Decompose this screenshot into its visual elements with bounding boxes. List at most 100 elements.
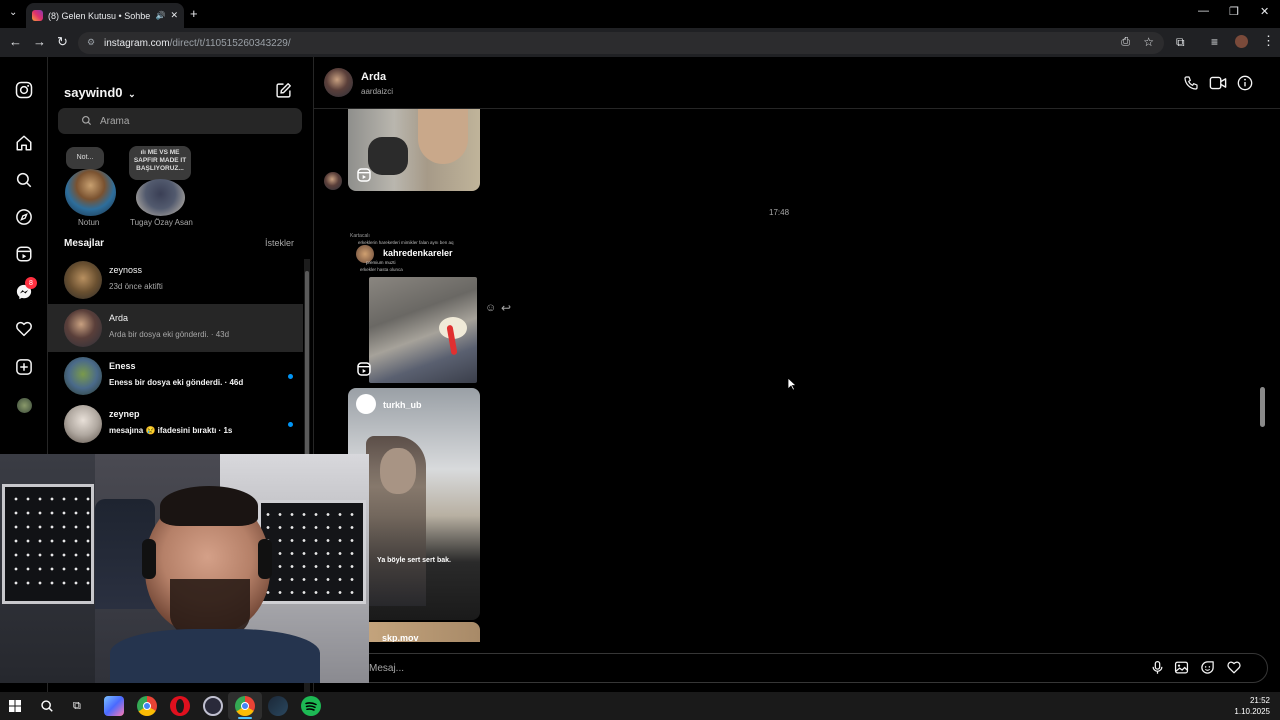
windows-start-icon[interactable]	[9, 700, 21, 712]
requests-link[interactable]: İstekler	[265, 238, 294, 248]
react-emoji-icon[interactable]: ☺	[485, 302, 496, 314]
notifications-heart-icon[interactable]	[14, 319, 34, 339]
forward-arrow-icon[interactable]: →	[33, 34, 46, 49]
tab-search-chevron-icon[interactable]: ⌄	[9, 7, 17, 18]
messages-badge: 8	[25, 277, 37, 289]
profile-avatar[interactable]	[1235, 35, 1248, 48]
reply-icon[interactable]: ↩	[501, 301, 511, 315]
site-info-icon[interactable]: ⚙	[87, 37, 95, 48]
avatar	[64, 357, 102, 395]
chrome-icon[interactable]	[137, 696, 157, 716]
conversation-preview: mesajına 😢 ifadesini bıraktı · 1s	[109, 426, 233, 435]
system-clock[interactable]: 21:52 1.10.2025	[1234, 695, 1270, 717]
reload-icon[interactable]: ↻	[57, 34, 68, 50]
sticker-icon[interactable]	[1200, 660, 1215, 675]
note-bubble-friend[interactable]: ılı ME VS ME SAPFIR MADE IT BAŞLIYORUZ..…	[129, 146, 191, 180]
install-app-icon[interactable]: ⎙	[1121, 36, 1130, 49]
conversation-preview: Arda bir dosya eki gönderdi. · 43d	[109, 330, 230, 339]
conversation-info-icon[interactable]	[1237, 75, 1253, 91]
obs-studio-icon[interactable]	[203, 696, 223, 716]
shared-reel-thumbnail[interactable]	[348, 109, 480, 191]
tab-close-icon[interactable]: ✕	[170, 10, 178, 21]
avatar	[64, 309, 102, 347]
voice-message-icon[interactable]	[1150, 660, 1165, 675]
clock-time: 21:52	[1249, 696, 1270, 705]
new-message-icon[interactable]	[275, 82, 292, 99]
tweet-text: erkeklerin hareketleri mimikler falan ay…	[358, 240, 454, 245]
webcam-overlay	[0, 454, 369, 683]
shared-account-name[interactable]: skp.mov	[382, 633, 419, 642]
conversation-item[interactable]: Eness Eness bir dosya eki gönderdi. · 46…	[48, 352, 303, 400]
conversation-item[interactable]: zeynoss 23d önce aktifti	[48, 256, 303, 304]
chevron-down-icon: ⌄	[128, 89, 136, 99]
message-input[interactable]: Mesaj...	[354, 653, 1268, 683]
instagram-favicon-icon	[32, 10, 43, 21]
profile-avatar[interactable]	[14, 395, 34, 415]
search-icon	[81, 115, 92, 126]
voice-call-icon[interactable]	[1183, 75, 1199, 91]
search-icon[interactable]	[14, 170, 34, 190]
explore-compass-icon[interactable]	[14, 207, 34, 227]
create-plus-icon[interactable]	[14, 357, 34, 377]
back-arrow-icon[interactable]: ←	[9, 34, 22, 49]
browser-menu-icon[interactable]: ⋮	[1262, 33, 1275, 49]
own-note-label: Notun	[78, 218, 100, 227]
avatar	[64, 405, 102, 443]
windows-taskbar: ⧉ 21:52 1.10.2025	[0, 692, 1280, 720]
conversation-name: zeynoss	[109, 265, 143, 275]
contact-name[interactable]: Arda	[361, 71, 386, 83]
shared-reel-card[interactable]: Kartacalı erkeklerin hareketleri mimikle…	[348, 229, 480, 385]
shared-account-name[interactable]: kahredenkareler	[383, 248, 453, 258]
browser-tab-bar: ⌄ (8) Gelen Kutusu • Sohbetler 🔊 ✕ + — ❐…	[0, 0, 1280, 28]
conversation-item[interactable]: zeynep mesajına 😢 ifadesini bıraktı · 1s	[48, 400, 303, 448]
messenger-icon[interactable]: 8	[14, 277, 37, 302]
new-tab-button[interactable]: +	[190, 6, 198, 21]
chat-panel: Arda aardaizci 17:48 Kartacalı erkekleri…	[314, 57, 1280, 692]
minimize-window-icon[interactable]: —	[1198, 5, 1209, 17]
restore-window-icon[interactable]: ❐	[1229, 5, 1239, 18]
tab-audio-icon[interactable]: 🔊	[155, 11, 165, 20]
task-view-icon[interactable]: ⧉	[73, 700, 81, 713]
extensions-icon[interactable]: ⧉	[1176, 35, 1185, 50]
conversation-preview: 23d önce aktifti	[109, 282, 163, 291]
image-upload-icon[interactable]	[1174, 660, 1189, 675]
tweet-text-2: erkekler hasta olunca	[360, 267, 403, 272]
close-window-icon[interactable]: ✕	[1260, 5, 1269, 18]
search-input[interactable]: Arama	[58, 108, 302, 134]
clock-date: 1.10.2025	[1234, 707, 1270, 716]
address-bar[interactable]: ⚙ instagram.com/direct/t/110515260343229…	[78, 32, 1164, 54]
copilot-icon[interactable]	[104, 696, 124, 716]
steam-icon[interactable]	[268, 696, 288, 716]
account-avatar	[356, 394, 376, 414]
conversation-name: Eness	[109, 361, 136, 371]
account-switcher[interactable]: saywind0 ⌄	[64, 85, 136, 100]
video-call-icon[interactable]	[1209, 75, 1227, 91]
tweet-subauthor: premium muzti	[366, 260, 396, 265]
friend-note-avatar[interactable]	[136, 179, 185, 216]
spotify-icon[interactable]	[301, 696, 321, 716]
contact-avatar[interactable]	[324, 68, 353, 97]
media-controls-icon[interactable]: ≡	[1211, 35, 1218, 49]
message-input-placeholder: Mesaj...	[369, 662, 405, 674]
instagram-logo-icon[interactable]	[14, 80, 34, 100]
avatar	[64, 261, 102, 299]
opera-icon[interactable]	[170, 696, 190, 716]
taskbar-search-icon[interactable]	[40, 699, 54, 713]
conversation-item-active[interactable]: Arda Arda bir dosya eki gönderdi. · 43d	[48, 304, 303, 352]
shared-account-name[interactable]: turkh_ub	[383, 400, 422, 410]
note-bubble-own[interactable]: Not...	[66, 147, 104, 169]
unread-dot	[288, 374, 293, 379]
bookmark-star-icon[interactable]: ☆	[1143, 35, 1154, 49]
url-host: instagram.com	[104, 37, 170, 49]
like-heart-icon[interactable]	[1226, 660, 1242, 675]
reels-icon[interactable]	[14, 244, 34, 264]
chrome-active-icon[interactable]	[235, 696, 255, 716]
home-icon[interactable]	[14, 133, 34, 153]
browser-tab[interactable]: (8) Gelen Kutusu • Sohbetler 🔊 ✕	[26, 3, 184, 28]
reel-image	[369, 277, 477, 383]
chat-scrollbar[interactable]	[1258, 112, 1266, 642]
message-timestamp: 17:48	[769, 208, 790, 217]
own-note-avatar[interactable]	[65, 169, 116, 216]
conversation-preview: Eness bir dosya eki gönderdi. · 46d	[109, 378, 244, 387]
tab-title: (8) Gelen Kutusu • Sohbetler	[48, 10, 151, 21]
